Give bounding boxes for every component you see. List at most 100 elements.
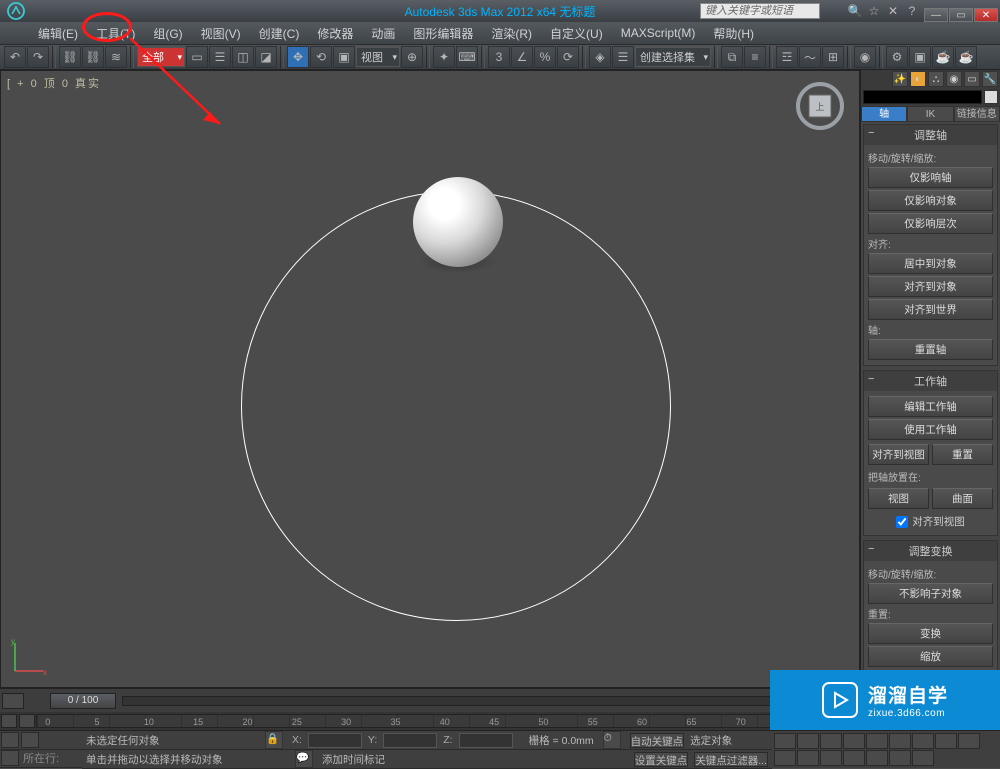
walk-button[interactable] xyxy=(866,750,888,766)
reset-transform-button[interactable]: 变换 xyxy=(868,623,993,644)
color-swatch[interactable] xyxy=(984,90,998,104)
nav-extra2-button[interactable] xyxy=(912,750,934,766)
curve-editor-button[interactable]: 〜 xyxy=(799,46,821,68)
rollout-title[interactable]: 工作轴 xyxy=(864,371,997,391)
undo-button[interactable]: ↶ xyxy=(4,46,26,68)
x-field[interactable] xyxy=(308,733,362,748)
menu-animation[interactable]: 动画 xyxy=(363,23,403,44)
schematic-view-button[interactable]: ⊞ xyxy=(822,46,844,68)
menu-edit[interactable]: 编辑(E) xyxy=(30,23,86,44)
bind-spacewarp-button[interactable]: ≋ xyxy=(105,46,127,68)
center-to-object-button[interactable]: 居中到对象 xyxy=(868,253,993,274)
zoom-region-button[interactable] xyxy=(958,733,980,749)
object-name-field[interactable] xyxy=(863,90,982,104)
menu-modifiers[interactable]: 修改器 xyxy=(309,23,361,44)
trackbar-ruler[interactable]: 0 5 10 15 20 25 30 35 40 45 50 55 60 65 … xyxy=(36,714,860,728)
display-tab-icon[interactable]: ▭ xyxy=(964,71,980,87)
align-to-view-checkbox[interactable]: 对齐到视图 xyxy=(868,514,993,529)
percent-snap-button[interactable]: % xyxy=(534,46,556,68)
select-region-button[interactable]: ◫ xyxy=(232,46,254,68)
subtab-pivot[interactable]: 轴 xyxy=(861,106,907,122)
menu-group[interactable]: 组(G) xyxy=(145,23,190,44)
affect-object-only-button[interactable]: 仅影响对象 xyxy=(868,190,993,211)
play-button[interactable] xyxy=(820,733,842,749)
angle-snap-button[interactable]: ∠ xyxy=(511,46,533,68)
place-surface-button[interactable]: 曲面 xyxy=(932,488,993,509)
viewcube-icon[interactable]: 上 xyxy=(795,81,845,131)
menu-rendering[interactable]: 渲染(R) xyxy=(483,23,540,44)
z-field[interactable] xyxy=(459,733,513,748)
edged-faces-button[interactable]: ◈ xyxy=(589,46,611,68)
isolate-icon[interactable] xyxy=(1,750,19,766)
set-key-button[interactable]: 设置关键点 xyxy=(634,752,689,767)
menu-customize[interactable]: 自定义(U) xyxy=(542,23,611,44)
goto-start-button[interactable] xyxy=(774,733,796,749)
help-icon[interactable]: ? xyxy=(904,3,920,19)
link-button[interactable]: ⛓ xyxy=(59,46,81,68)
rollout-title[interactable]: 调整轴 xyxy=(864,125,997,145)
time-slider-handle[interactable]: 0 / 100 xyxy=(50,693,116,709)
edit-working-pivot-button[interactable]: 编辑工作轴 xyxy=(868,396,993,417)
search-input[interactable]: 键入关键字或短语 xyxy=(700,3,820,19)
motion-tab-icon[interactable]: ◉ xyxy=(946,71,962,87)
pivot-center-button[interactable]: ⊕ xyxy=(401,46,423,68)
next-frame-button[interactable] xyxy=(843,733,865,749)
material-editor-button[interactable]: ◉ xyxy=(854,46,876,68)
viewport[interactable]: [ + 0 顶 0 真实 上 x y xyxy=(0,70,860,688)
snap-toggle-button[interactable]: 3 xyxy=(488,46,510,68)
render-setup-button[interactable]: ⚙ xyxy=(886,46,908,68)
zoom-all-button[interactable] xyxy=(912,733,934,749)
redo-button[interactable]: ↷ xyxy=(27,46,49,68)
minimize-button[interactable]: — xyxy=(924,8,948,22)
affect-hierarchy-only-button[interactable]: 仅影响层次 xyxy=(868,213,993,234)
time-config-icon[interactable] xyxy=(2,693,24,709)
trackbar-mini-icon[interactable] xyxy=(1,714,17,728)
align-button[interactable]: ≡ xyxy=(744,46,766,68)
time-tag-icon[interactable]: ⏱ xyxy=(603,731,621,749)
named-selection-dropdown[interactable]: 创建选择集 xyxy=(635,47,711,67)
auto-key-button[interactable]: 自动关键点 xyxy=(630,733,685,748)
rollout-title[interactable]: 调整变换 xyxy=(864,541,997,561)
refcoord-dropdown[interactable]: 视图 xyxy=(356,47,400,67)
subscription-icon[interactable]: ☆ xyxy=(866,3,882,19)
window-crossing-button[interactable]: ◪ xyxy=(255,46,277,68)
keyboard-shortcut-button[interactable]: ⌨ xyxy=(456,46,478,68)
reset-wp-button[interactable]: 重置 xyxy=(932,444,993,465)
selection-filter-dropdown[interactable]: 全部 xyxy=(137,47,185,67)
nav-extra1-button[interactable] xyxy=(889,750,911,766)
use-working-pivot-button[interactable]: 使用工作轴 xyxy=(868,419,993,440)
align-to-object-button[interactable]: 对齐到对象 xyxy=(868,276,993,297)
create-tab-icon[interactable]: ✨ xyxy=(892,71,908,87)
search-icon[interactable]: 🔍 xyxy=(847,3,863,19)
maxscript-mini-icon[interactable] xyxy=(1,732,19,748)
fov-button[interactable] xyxy=(843,750,865,766)
rendered-frame-button[interactable]: ▣ xyxy=(909,46,931,68)
hierarchy-tab-icon[interactable]: ⛬ xyxy=(928,71,944,87)
y-field[interactable] xyxy=(383,733,437,748)
prev-frame-button[interactable] xyxy=(797,733,819,749)
zoom-extents-button[interactable] xyxy=(935,733,957,749)
utilities-tab-icon[interactable]: 🔧 xyxy=(982,71,998,87)
modify-tab-icon[interactable]: ◐ xyxy=(910,71,926,87)
trackbar-open-icon[interactable] xyxy=(19,714,35,728)
comm-center-icon[interactable]: 💬 xyxy=(295,750,313,768)
render-production-button[interactable]: ☕ xyxy=(932,46,954,68)
layers-button[interactable]: ☲ xyxy=(776,46,798,68)
named-sel-button[interactable]: ☰ xyxy=(612,46,634,68)
add-time-tag[interactable]: 添加时间标记 xyxy=(322,752,628,767)
pan-button[interactable] xyxy=(774,750,796,766)
menu-help[interactable]: 帮助(H) xyxy=(705,23,762,44)
menu-views[interactable]: 视图(V) xyxy=(193,23,249,44)
goto-end-button[interactable] xyxy=(866,733,888,749)
move-button[interactable]: ✥ xyxy=(287,46,309,68)
rotate-button[interactable]: ⟲ xyxy=(310,46,332,68)
menu-maxscript[interactable]: MAXScript(M) xyxy=(613,24,704,42)
menu-create[interactable]: 创建(C) xyxy=(251,23,308,44)
scale-button[interactable]: ▣ xyxy=(333,46,355,68)
viewport-label[interactable]: [ + 0 顶 0 真实 xyxy=(7,75,101,91)
spinner-snap-button[interactable]: ⟳ xyxy=(557,46,579,68)
selection-lock-icon[interactable]: 🔒 xyxy=(265,731,283,749)
zoom-button[interactable] xyxy=(889,733,911,749)
key-filters-button[interactable]: 关键点过滤器... xyxy=(694,752,768,767)
subtab-ik[interactable]: IK xyxy=(907,106,953,122)
